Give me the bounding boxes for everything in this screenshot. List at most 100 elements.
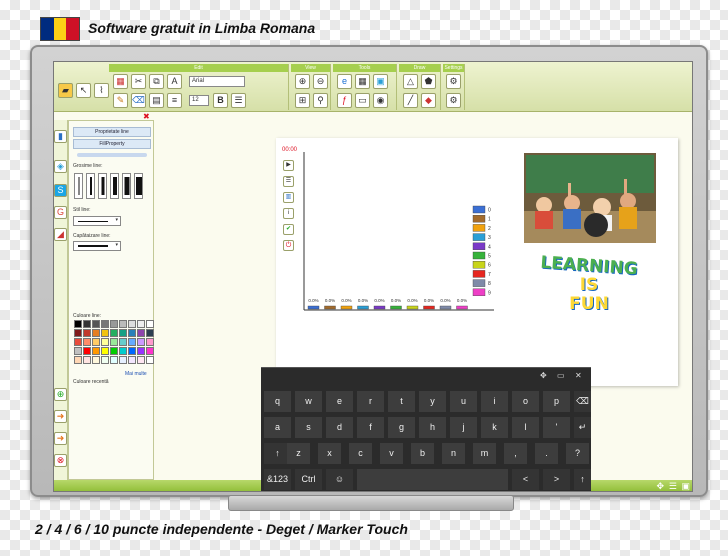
- shift-key[interactable]: ↑: [574, 469, 591, 490]
- key[interactable]: b: [411, 443, 434, 464]
- line-properties-button[interactable]: Proprietate line: [73, 127, 151, 137]
- color-swatch[interactable]: [74, 320, 82, 328]
- color-swatch[interactable]: [83, 338, 91, 346]
- pen-color-icon[interactable]: ▮: [54, 130, 67, 143]
- text-box-icon[interactable]: A: [167, 74, 182, 89]
- key[interactable]: y: [419, 391, 446, 412]
- color-swatch[interactable]: [137, 356, 145, 364]
- color-swatch[interactable]: [74, 329, 82, 337]
- arrow-right-key[interactable]: >: [543, 469, 570, 490]
- pentagon-icon[interactable]: ⬟: [421, 74, 436, 89]
- key[interactable]: e: [326, 391, 353, 412]
- zoom-in-icon[interactable]: ⊕: [295, 74, 310, 89]
- color-swatch[interactable]: [92, 320, 100, 328]
- symbols-key[interactable]: &123: [264, 469, 291, 490]
- color-swatch[interactable]: [92, 338, 100, 346]
- copy-icon[interactable]: ⧉: [149, 74, 164, 89]
- more-colors-link[interactable]: Mai multe: [125, 371, 147, 377]
- thickness-option-3[interactable]: [98, 173, 107, 199]
- color-swatch[interactable]: [137, 320, 145, 328]
- thickness-option-6[interactable]: [134, 173, 143, 199]
- color-swatch[interactable]: [101, 338, 109, 346]
- color-swatch[interactable]: [92, 329, 100, 337]
- line-tool-icon[interactable]: ╱: [403, 93, 418, 108]
- color-swatch[interactable]: [110, 356, 118, 364]
- color-swatch[interactable]: [137, 347, 145, 355]
- image-icon[interactable]: ▣: [373, 74, 388, 89]
- color-swatch[interactable]: [101, 356, 109, 364]
- spacebar-key[interactable]: [357, 469, 508, 490]
- color-swatch[interactable]: [83, 356, 91, 364]
- zoom-out-icon[interactable]: ⊖: [313, 74, 328, 89]
- paste-icon[interactable]: ▤: [149, 93, 164, 108]
- browser-icon[interactable]: e: [337, 74, 352, 89]
- color-swatch[interactable]: [146, 338, 154, 346]
- key[interactable]: u: [450, 391, 477, 412]
- google-icon[interactable]: G: [54, 206, 67, 219]
- key[interactable]: ': [543, 417, 570, 438]
- color-swatch[interactable]: [74, 356, 82, 364]
- opacity-slider[interactable]: [77, 153, 147, 157]
- color-swatch[interactable]: [92, 347, 100, 355]
- color-swatch[interactable]: [110, 347, 118, 355]
- grid-icon[interactable]: ▦: [113, 74, 128, 89]
- key[interactable]: a: [264, 417, 291, 438]
- thickness-option-5[interactable]: [122, 173, 131, 199]
- key[interactable]: l: [512, 417, 539, 438]
- camera-icon[interactable]: ◉: [373, 93, 388, 108]
- color-swatch[interactable]: [119, 338, 127, 346]
- color-swatch[interactable]: [119, 347, 127, 355]
- flash-icon[interactable]: ƒ: [337, 93, 352, 108]
- folder-icon[interactable]: ▰: [58, 83, 73, 98]
- triangle-icon[interactable]: △: [403, 74, 418, 89]
- color-swatch[interactable]: [128, 338, 136, 346]
- color-swatch[interactable]: [146, 329, 154, 337]
- expand-icon[interactable]: ✥: [656, 481, 664, 491]
- line-spacing-icon[interactable]: ≡: [167, 93, 182, 108]
- delete-page-icon[interactable]: ⊗: [54, 454, 67, 467]
- color-swatch[interactable]: [74, 347, 82, 355]
- fill-properties-button[interactable]: FillProperty: [73, 139, 151, 149]
- color-swatch[interactable]: [119, 320, 127, 328]
- color-swatch[interactable]: [101, 347, 109, 355]
- color-swatch[interactable]: [92, 356, 100, 364]
- color-swatch[interactable]: [146, 356, 154, 364]
- key[interactable]: c: [349, 443, 372, 464]
- backspace-key[interactable]: ⌫: [574, 391, 591, 412]
- color-swatch[interactable]: [128, 347, 136, 355]
- dock-icon[interactable]: ▭: [557, 371, 565, 380]
- color-swatch[interactable]: [128, 329, 136, 337]
- menu-icon[interactable]: ☰: [669, 481, 677, 491]
- lasso-icon[interactable]: ⌇: [94, 83, 109, 98]
- emoji-key[interactable]: ☺: [326, 469, 353, 490]
- thickness-option-4[interactable]: [110, 173, 119, 199]
- key[interactable]: j: [450, 417, 477, 438]
- thickness-option-2[interactable]: [86, 173, 95, 199]
- settings-icon[interactable]: ⚙: [446, 74, 461, 89]
- fit-page-icon[interactable]: ⊞: [295, 93, 310, 108]
- prev-page-icon[interactable]: ➜: [54, 432, 67, 445]
- key[interactable]: o: [512, 391, 539, 412]
- add-page-icon[interactable]: ⊕: [54, 388, 67, 401]
- key[interactable]: .: [535, 443, 558, 464]
- app-icon[interactable]: ◈: [54, 160, 67, 173]
- color-swatch[interactable]: [110, 338, 118, 346]
- color-swatch[interactable]: [146, 347, 154, 355]
- key[interactable]: k: [481, 417, 508, 438]
- key[interactable]: x: [318, 443, 341, 464]
- key[interactable]: i: [481, 391, 508, 412]
- color-swatch[interactable]: [137, 338, 145, 346]
- key[interactable]: ?: [566, 443, 589, 464]
- thickness-option-1[interactable]: [74, 173, 83, 199]
- key[interactable]: q: [264, 391, 291, 412]
- key[interactable]: r: [357, 391, 384, 412]
- ruler-icon[interactable]: ◢: [54, 228, 67, 241]
- key[interactable]: d: [326, 417, 353, 438]
- skype-icon[interactable]: S: [54, 184, 67, 197]
- select-arrow-icon[interactable]: ↖: [76, 83, 91, 98]
- color-swatch[interactable]: [110, 320, 118, 328]
- align-icon[interactable]: ☰: [231, 93, 246, 108]
- line-style-select[interactable]: ▾: [73, 216, 121, 226]
- color-swatch[interactable]: [146, 320, 154, 328]
- arrow-left-key[interactable]: <: [512, 469, 539, 490]
